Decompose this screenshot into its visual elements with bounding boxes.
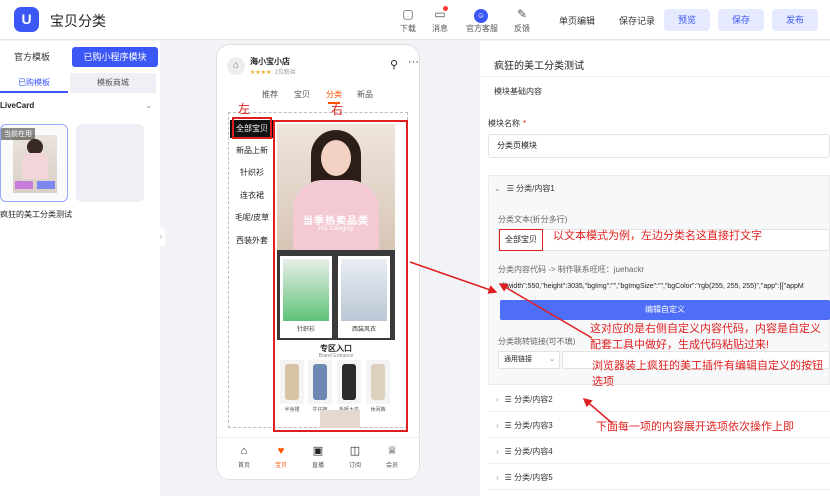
annotation-right-label: 右 bbox=[331, 103, 344, 117]
nav-subscribe[interactable]: ◫ 订阅 bbox=[340, 444, 370, 469]
preview-button[interactable]: 预览 bbox=[664, 9, 710, 31]
section-4-header[interactable]: › ☰ 分类/内容4 bbox=[488, 440, 830, 464]
shop-rating: ★★★★ 1位粉丝 bbox=[250, 70, 296, 76]
link-type-select[interactable]: 通用链接 ⌄ bbox=[498, 351, 560, 369]
download-button[interactable]: ▢ 下载 bbox=[393, 6, 423, 34]
nav-live[interactable]: ▣ 直播 bbox=[303, 444, 333, 469]
template-thumbnail bbox=[13, 135, 57, 193]
single-page-edit-link[interactable]: 单页编辑 bbox=[559, 14, 595, 27]
live-icon: ▣ bbox=[312, 445, 324, 457]
top-bar: U 宝贝分类 ▢ 下载 ▭ 消息 ☺ 官方客服 ✎ 反馈 单页编辑 保存记录 预… bbox=[0, 0, 830, 40]
save-record-link[interactable]: 保存记录 bbox=[619, 14, 655, 27]
message-icon: ▭ bbox=[434, 7, 446, 21]
category-code-label: 分类内容代码 -> 制作联系旺旺：juehackr bbox=[498, 265, 645, 274]
category-code-input[interactable]: {"width":550,"height":3035,"bgImg":"","b… bbox=[502, 279, 830, 295]
section-2-header[interactable]: › ☰ 分类/内容2 bbox=[488, 388, 830, 412]
annotation-text-mode: 以文本模式为例，左边分类名这直接打文字 bbox=[553, 230, 762, 242]
feedback-button[interactable]: ✎ 反馈 bbox=[507, 6, 537, 34]
annotation-code-explain: 这对应的是右侧自定义内容代码，内容是自定义配套工具中做好，生成代码粘贴过来! bbox=[590, 323, 821, 351]
template-card-label: 疯狂的美工分类测试 bbox=[0, 210, 72, 219]
save-button[interactable]: 保存 bbox=[718, 9, 764, 31]
chevron-right-icon: › bbox=[496, 473, 499, 482]
tab-category[interactable]: 分类 bbox=[326, 89, 342, 104]
customer-service-icon: ☺ bbox=[466, 6, 496, 23]
subscribe-icon: ◫ bbox=[349, 445, 361, 457]
category-item[interactable]: 连衣裙 bbox=[230, 187, 274, 205]
nav-items[interactable]: ♥ 宝贝 bbox=[266, 444, 296, 469]
shop-header: ⌂ 海小宝小店 ★★★★ 1位粉丝 ⚲ ··· bbox=[225, 55, 419, 77]
chevron-right-icon: › bbox=[496, 421, 499, 430]
module-name-input[interactable]: 分类页模块 bbox=[488, 134, 830, 158]
chevron-down-icon: ⌄ bbox=[145, 101, 152, 110]
section-5-header[interactable]: › ☰ 分类/内容5 bbox=[488, 466, 830, 490]
tab-items[interactable]: 宝贝 bbox=[294, 89, 310, 100]
tab-template-market[interactable]: 模板商城 bbox=[70, 73, 156, 93]
nav-member[interactable]: ♕ 会员 bbox=[377, 444, 407, 469]
chevron-down-icon: ⌄ bbox=[494, 184, 501, 193]
tab-official-templates[interactable]: 官方模板 bbox=[0, 47, 64, 67]
category-item[interactable]: 新品上新 bbox=[230, 142, 274, 160]
search-icon[interactable]: ⚲ bbox=[390, 58, 398, 71]
annotation-box-right bbox=[273, 120, 408, 432]
shop-name: 海小宝小店 bbox=[250, 57, 290, 66]
more-icon[interactable]: ··· bbox=[408, 56, 419, 68]
message-button[interactable]: ▭ 消息 bbox=[425, 6, 455, 34]
category-item[interactable]: 毛呢/皮草 bbox=[230, 209, 274, 227]
section-1-header[interactable]: ⌄ ☰ 分类/内容1 bbox=[494, 183, 555, 194]
crown-icon: ♕ bbox=[387, 445, 397, 457]
template-group-header[interactable]: LiveCard ⌄ bbox=[0, 101, 152, 110]
module-name-label: 模块名称 * bbox=[488, 119, 527, 128]
module-title: 疯狂的美工分类测试 bbox=[494, 61, 584, 72]
annotation-box-input bbox=[499, 229, 543, 251]
publish-button[interactable]: 发布 bbox=[772, 9, 818, 31]
tab-purchased-modules[interactable]: 已购小程序模块 bbox=[72, 47, 158, 67]
app-title: 宝贝分类 bbox=[50, 13, 106, 29]
section-basic-label: 模块基础内容 bbox=[494, 87, 542, 96]
annotation-box-left bbox=[232, 117, 272, 139]
bottom-nav: ⌂ 首页 ♥ 宝贝 ▣ 直播 ◫ 订阅 ♕ 会员 bbox=[217, 437, 419, 479]
template-card-empty[interactable] bbox=[76, 124, 144, 202]
in-use-badge: 当前在用 bbox=[1, 128, 35, 140]
app-logo: U bbox=[14, 7, 39, 32]
tab-recommend[interactable]: 推荐 bbox=[262, 89, 278, 100]
chevron-right-icon: › bbox=[496, 395, 499, 404]
feedback-icon: ✎ bbox=[516, 7, 528, 21]
shop-avatar: ⌂ bbox=[227, 57, 245, 75]
customer-service-button[interactable]: ☺ 官方客服 bbox=[466, 6, 498, 34]
edit-custom-button[interactable]: 编辑自定义 bbox=[500, 300, 830, 320]
chevron-right-icon: › bbox=[496, 447, 499, 456]
collapse-panel-handle[interactable]: › bbox=[157, 228, 165, 246]
notification-dot bbox=[443, 6, 448, 11]
template-panel: 官方模板 已购小程序模块 已购模板 模板商城 LiveCard ⌄ 当前在用 疯… bbox=[0, 41, 160, 496]
tab-purchased-templates[interactable]: 已购模板 bbox=[0, 73, 68, 93]
nav-home[interactable]: ⌂ 首页 bbox=[229, 444, 259, 469]
annotation-left-label: 左 bbox=[238, 102, 251, 116]
divider bbox=[480, 76, 830, 77]
download-icon: ▢ bbox=[402, 7, 414, 21]
tab-new[interactable]: 新品 bbox=[357, 89, 373, 100]
home-icon: ⌂ bbox=[240, 445, 248, 457]
category-text-label: 分类文本(折分多行) bbox=[498, 215, 568, 224]
annotation-browser-plugin: 浏览器装上疯狂的美工插件有编辑自定义的按钮选项 bbox=[592, 360, 823, 388]
heart-icon: ♥ bbox=[277, 445, 285, 457]
annotation-expand-each: 下面每一项的内容展开选项依次操作上即 bbox=[596, 421, 794, 433]
category-item[interactable]: 西装外套 bbox=[230, 232, 274, 250]
chevron-down-icon: ⌄ bbox=[549, 356, 555, 363]
category-link-label: 分类跳转链接(可不填) bbox=[498, 337, 576, 346]
category-item[interactable]: 针织衫 bbox=[230, 164, 274, 182]
template-card[interactable]: 当前在用 bbox=[0, 124, 68, 202]
